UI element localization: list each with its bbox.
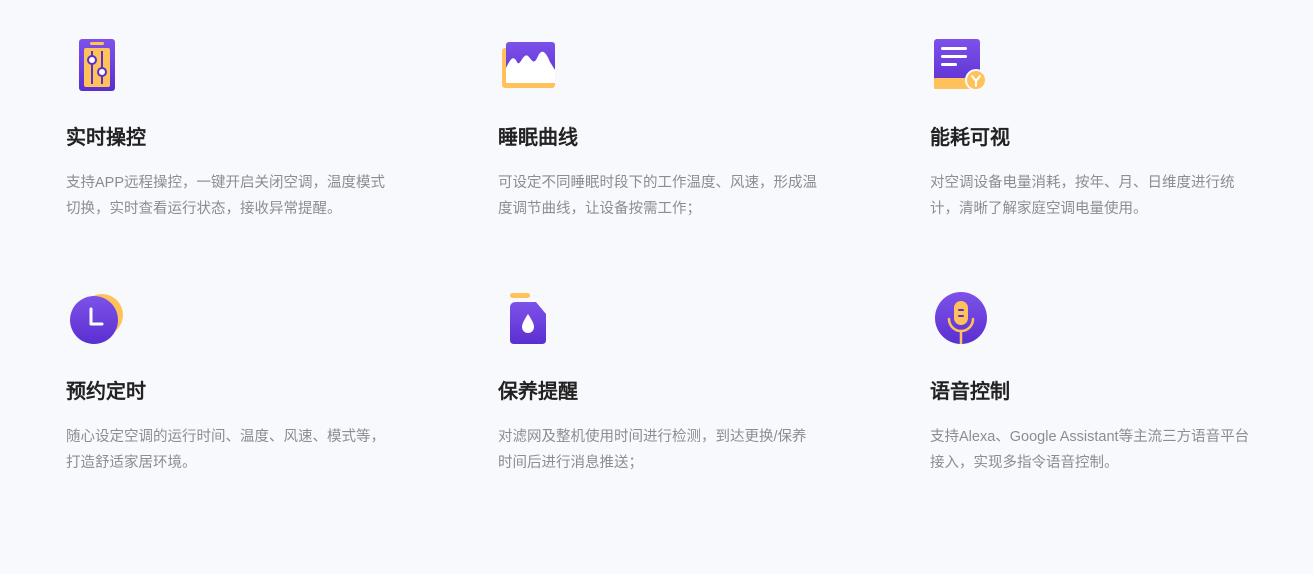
feature-description: 可设定不同睡眠时段下的工作温度、风速，形成温 度调节曲线，让设备按需工作； bbox=[498, 175, 817, 217]
slider-controls-icon bbox=[66, 38, 130, 102]
feature-title: 语音控制 bbox=[930, 381, 1010, 403]
clock-icon bbox=[66, 292, 130, 356]
feature-title: 能耗可视 bbox=[930, 127, 1010, 149]
feature-title: 睡眠曲线 bbox=[498, 127, 578, 149]
microphone-icon bbox=[930, 292, 994, 356]
feature-description: 对滤网及整机使用时间进行检测，到达更换/保养 时间后进行消息推送； bbox=[498, 429, 807, 471]
feature-description: 对空调设备电量消耗，按年、月、日维度进行统 计，清晰了解家庭空调电量使用。 bbox=[930, 175, 1235, 217]
feature-title: 实时操控 bbox=[66, 127, 146, 149]
energy-report-icon bbox=[930, 38, 994, 102]
feature-description: 支持Alexa、Google Assistant等主流三方语音平台 接入，实现多… bbox=[930, 429, 1250, 471]
filter-drop-icon bbox=[498, 292, 562, 356]
feature-description: 随心设定空调的运行时间、温度、风速、模式等， 打造舒适家居环境。 bbox=[66, 429, 385, 471]
feature-title: 保养提醒 bbox=[498, 381, 578, 403]
feature-title: 预约定时 bbox=[66, 381, 146, 403]
sleep-curve-icon bbox=[498, 38, 562, 102]
feature-description: 支持APP远程操控，一键开启关闭空调，温度模式 切换，实时查看运行状态，接收异常… bbox=[66, 175, 386, 217]
